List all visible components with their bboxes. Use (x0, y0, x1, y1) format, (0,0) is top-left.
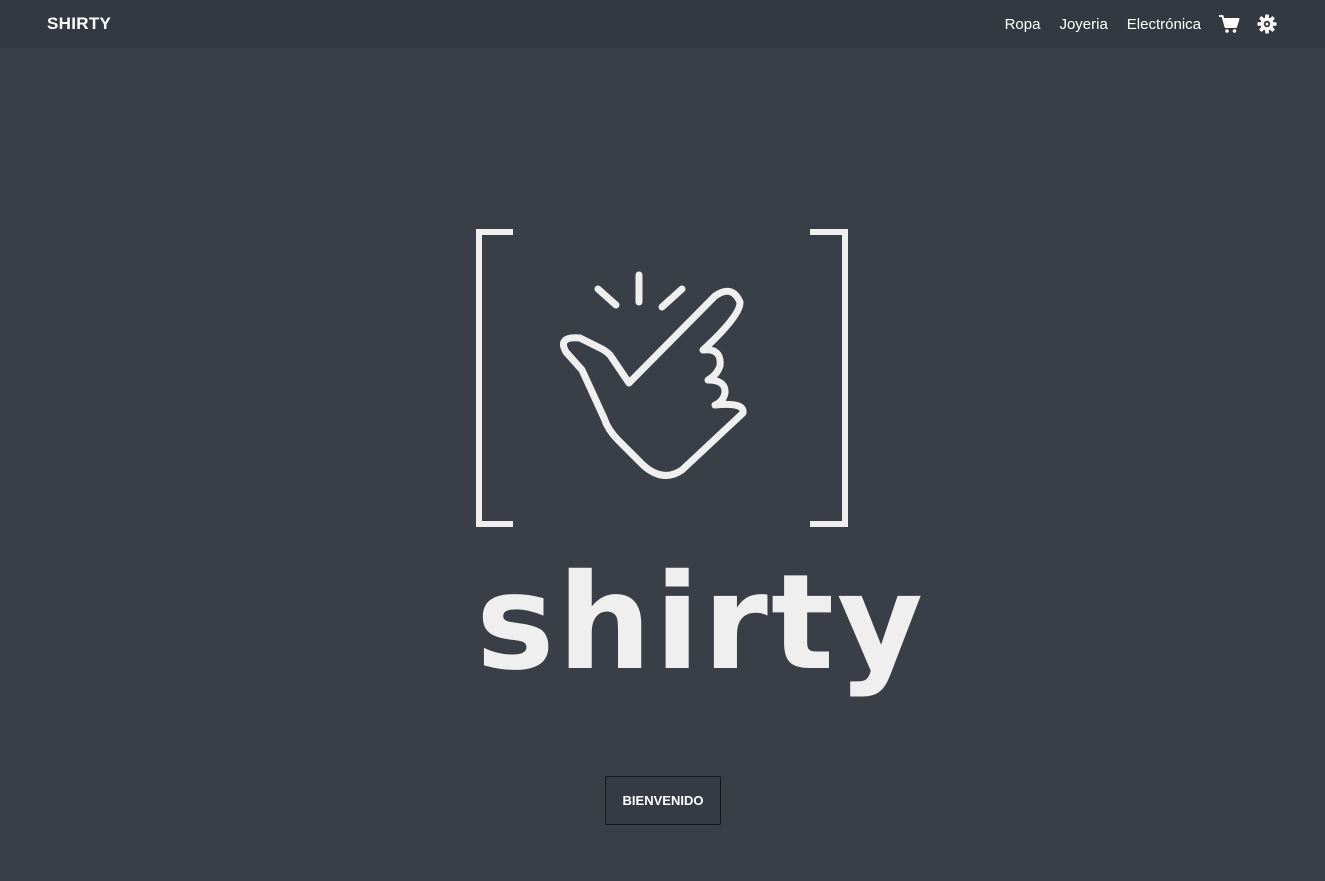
logo-wordmark: shirty (476, 546, 927, 700)
right-bracket-icon (810, 229, 848, 527)
logo-graphic (476, 229, 848, 527)
welcome-button[interactable]: BIENVENIDO (605, 776, 721, 825)
snap-fingers-icon (560, 271, 747, 479)
left-bracket-icon (476, 229, 513, 527)
